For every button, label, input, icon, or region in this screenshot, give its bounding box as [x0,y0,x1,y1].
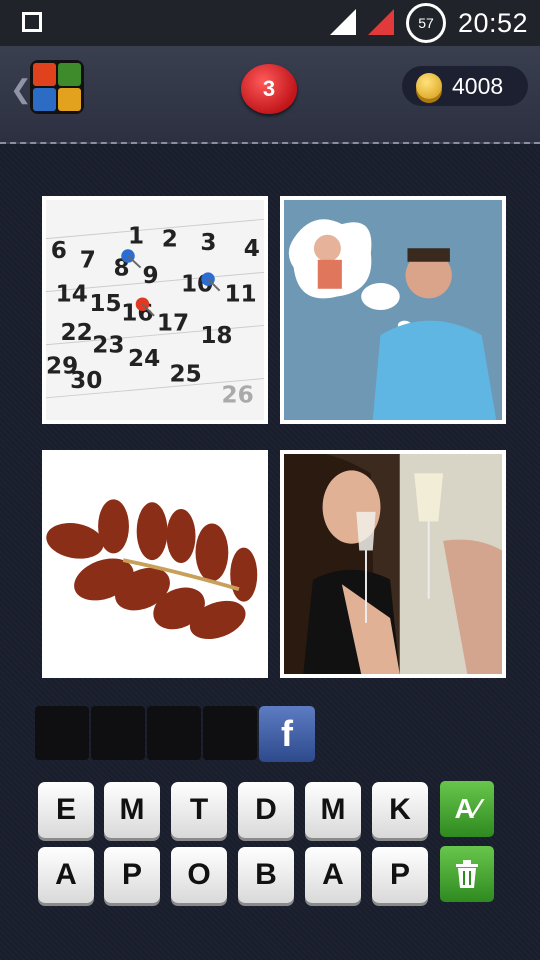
letter-key[interactable]: E [38,782,94,838]
svg-text:18: 18 [200,323,232,349]
notification-square-icon [22,12,42,32]
letter-key[interactable]: P [104,847,160,903]
clock: 20:52 [458,8,529,38]
level-number: 3 [262,76,276,101]
picture-dates-fruit[interactable] [42,450,268,678]
svg-text:2: 2 [162,226,178,252]
svg-text:9: 9 [142,263,158,289]
letter-key[interactable]: T [171,782,227,838]
svg-text:3: 3 [200,230,216,256]
letter-a-hint-icon: A⁄ [454,793,480,824]
letter-key[interactable]: M [305,782,361,838]
coins-value: 4008 [452,72,504,99]
picture-man-daydreaming[interactable] [280,196,506,424]
letter-key[interactable]: A [305,847,361,903]
cell-signal-icon [368,9,394,35]
svg-text:17: 17 [157,310,189,336]
wifi-signal-icon [330,9,356,35]
facebook-share-button[interactable]: f [259,706,315,762]
picture-calendar[interactable]: 1234 6 7 8 9 10 11 14 15 16 17 18 22 23 24 25 26 29 30 [42,196,268,424]
app-logo[interactable] [30,60,84,114]
level-badge: 3 [241,64,297,114]
battery-level: 57 [418,15,434,31]
answer-slot-2[interactable] [91,706,145,760]
battery-indicator: 57 [406,3,446,43]
svg-text:7: 7 [80,248,96,274]
letter-key[interactable]: A [38,847,94,903]
letter-key[interactable]: D [238,782,294,838]
svg-text:1: 1 [128,223,144,249]
answer-slot-3[interactable] [147,706,201,760]
hint-button[interactable]: A⁄ [440,781,494,837]
svg-text:30: 30 [70,368,102,394]
letter-key[interactable]: K [372,782,428,838]
svg-text:22: 22 [60,320,92,346]
svg-text:15: 15 [89,291,121,317]
svg-text:25: 25 [169,361,201,387]
status-bar: 57 20:52 [0,0,540,46]
svg-text:4: 4 [244,236,260,262]
answer-slot-4[interactable] [203,706,257,760]
letter-key[interactable]: M [104,782,160,838]
answer-slot-1[interactable] [35,706,89,760]
coin-stack-icon [416,73,442,99]
svg-text:6: 6 [51,238,67,264]
svg-text:24: 24 [128,346,160,372]
delete-button[interactable] [440,846,494,902]
svg-text:26: 26 [222,383,254,409]
picture-woman-with-wine[interactable] [280,450,506,678]
svg-text:23: 23 [92,332,124,358]
trash-icon [456,860,478,888]
letter-key[interactable]: P [372,847,428,903]
coins-counter[interactable]: 4008 [402,66,528,106]
top-bar: ❮ 3 4008 [0,46,540,144]
svg-text:11: 11 [224,281,256,307]
letter-key[interactable]: B [238,847,294,903]
svg-text:14: 14 [56,281,88,307]
chevron-left-icon[interactable]: ❮ [10,74,32,105]
facebook-icon: f [281,713,293,754]
letter-key[interactable]: O [171,847,227,903]
